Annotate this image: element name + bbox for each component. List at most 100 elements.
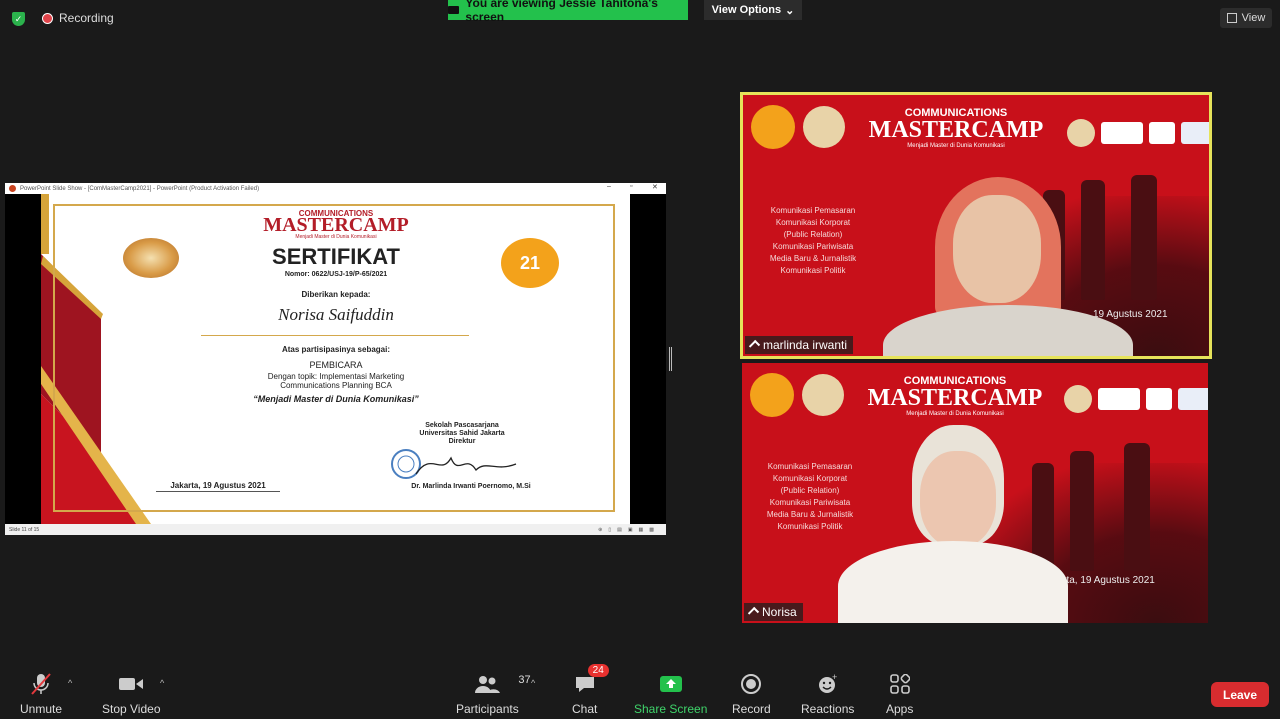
shared-screen[interactable]: PowerPoint Slide Show - [ComMasterCamp20… [5, 183, 666, 535]
participation-label: Atas partisipasinya sebagai: [281, 345, 391, 354]
school-line-2: Universitas Sahid Jakarta [419, 430, 505, 437]
tile-brand-main: MASTERCAMP [868, 117, 1044, 143]
anniversary-logo-icon [751, 105, 795, 149]
chat-badge: 24 [587, 664, 609, 677]
view-button[interactable]: View [1220, 8, 1272, 28]
university-seal-icon [123, 238, 179, 278]
silhouette-figure [1070, 451, 1094, 571]
topic-line-1: Dengan topik: Implementasi Marketing [267, 372, 405, 381]
audio-options-caret-icon[interactable]: ^ [68, 678, 72, 688]
resize-handle[interactable] [669, 347, 672, 371]
participants-label: Participants [456, 702, 519, 716]
leave-button[interactable]: Leave [1211, 682, 1269, 707]
place-date: Jakarta, 19 Agustus 2021 [170, 481, 266, 490]
powerpoint-icon [9, 185, 16, 192]
video-tile-norisa[interactable]: COMMUNICATIONS MASTERCAMP Menjadi Master… [742, 363, 1208, 623]
tile-logos [750, 373, 844, 417]
sponsor-logos [1067, 119, 1209, 147]
role-label: PEMBICARA [309, 360, 363, 370]
participants-button[interactable]: 37 Participants [456, 672, 531, 716]
sponsor-logo [1101, 122, 1143, 144]
topic: Komunikasi Pemasaran [767, 462, 853, 471]
signer-name: Dr. Marlinda Irwanti Poernomo, M.Si [411, 483, 531, 490]
sponsor-logo [1098, 388, 1140, 410]
stop-video-label: Stop Video [102, 702, 161, 716]
record-icon [740, 672, 762, 696]
share-screen-icon [659, 672, 683, 696]
reactions-icon: + [817, 672, 839, 696]
view-label: View [1241, 12, 1266, 24]
share-screen-label: Share Screen [634, 702, 708, 716]
svg-text:+: + [832, 673, 837, 682]
restore-icon: ▫ [630, 183, 633, 190]
tile-logos [751, 105, 845, 149]
sponsor-logos [1064, 385, 1208, 413]
participants-icon: 37 [474, 672, 531, 696]
sponsor-logo [1146, 388, 1172, 410]
apps-label: Apps [886, 702, 914, 716]
recording-indicator[interactable]: Recording [42, 11, 114, 25]
participant-nameplate: Norisa [744, 603, 803, 621]
participants-caret-icon[interactable]: ^ [531, 678, 535, 688]
face [920, 451, 996, 547]
unmute-label: Unmute [20, 702, 63, 716]
participant-name: marlinda irwanti [763, 338, 848, 352]
recipient-name: Norisa Saifuddin [278, 305, 394, 324]
tile-topics: Komunikasi Pemasaran Komunikasi Korporat… [753, 205, 873, 277]
ppt-titlebar: PowerPoint Slide Show - [ComMasterCamp20… [5, 183, 666, 194]
video-camera-icon [118, 672, 144, 696]
participant-name: Norisa [762, 605, 797, 619]
topic: Komunikasi Korporat [775, 218, 851, 227]
view-options-button[interactable]: View Options ⌄ [704, 0, 802, 20]
tile-brand-sub: Menjadi Master di Dunia Komunikasi [907, 143, 1005, 149]
unmute-button[interactable]: Unmute [20, 672, 62, 716]
topic: Komunikasi Pariwisata [769, 498, 851, 507]
tile-date: 19 Agustus 2021 [1093, 309, 1168, 320]
reactions-button[interactable]: + Reactions [801, 672, 854, 716]
topic: (Public Relation) [780, 486, 840, 495]
signature-stamp [391, 449, 517, 479]
sponsor-logo [1181, 122, 1209, 144]
stop-video-button[interactable]: Stop Video [102, 672, 161, 716]
chat-label: Chat [572, 702, 598, 716]
school-line-1: Sekolah Pascasarjana [425, 422, 499, 429]
chat-button[interactable]: 24 Chat [572, 664, 609, 716]
close-icon: ✕ [652, 184, 658, 191]
sponsor-seal-icon [1064, 385, 1092, 413]
participant-nameplate: marlinda irwanti [745, 336, 854, 354]
topic: Media Baru & Jurnalistik [766, 510, 854, 519]
brand-sub: Menjadi Master di Dunia Komunikasi [295, 234, 377, 240]
recording-label: Recording [59, 11, 114, 25]
certificate-number: Nomor: 0622/USJ-19/P-65/2021 [284, 271, 388, 278]
body [838, 541, 1068, 623]
view-controls-icon[interactable]: ⊕▯▤▣▦▩ [598, 527, 660, 533]
name-underline [201, 335, 469, 336]
sponsor-logo [1149, 122, 1175, 144]
anniversary-logo-icon [750, 373, 794, 417]
video-tile-marlinda[interactable]: COMMUNICATIONS MASTERCAMP Menjadi Master… [740, 92, 1212, 359]
topic-line-2: Communications Planning BCA [280, 381, 392, 390]
slide-counter: Slide 11 of 15 [9, 526, 40, 533]
video-options-caret-icon[interactable]: ^ [160, 678, 164, 688]
chevron-down-icon: ⌄ [785, 4, 795, 17]
sponsor-seal-icon [1067, 119, 1095, 147]
security-shield-icon[interactable]: ✓ [12, 12, 25, 26]
certificate-heading: SERTIFIKAT [272, 244, 400, 269]
muted-mic-icon [30, 672, 52, 696]
ppt-statusbar: Slide 11 of 15 ⊕▯▤▣▦▩ [5, 524, 666, 535]
view-options-label: View Options [711, 4, 782, 16]
badge-number: 21 [519, 252, 541, 273]
viewing-screen-banner: You are viewing Jessie Tahitona's screen [448, 0, 688, 24]
sponsor-logo [1178, 388, 1208, 410]
silhouette-figure [1081, 180, 1105, 300]
topic: Komunikasi Pariwisata [772, 242, 854, 251]
ppt-window-title: PowerPoint Slide Show - [ComMasterCamp20… [20, 185, 260, 192]
anniversary-badge: 21 [501, 238, 559, 288]
topic: (Public Relation) [783, 230, 843, 239]
topic: Komunikasi Politik [780, 266, 846, 275]
apps-button[interactable]: Apps [886, 672, 913, 716]
share-screen-button[interactable]: Share Screen [634, 672, 707, 716]
given-to-label: Diberikan kepada: [301, 290, 371, 299]
record-button[interactable]: Record [732, 672, 771, 716]
topic: Komunikasi Korporat [772, 474, 848, 483]
